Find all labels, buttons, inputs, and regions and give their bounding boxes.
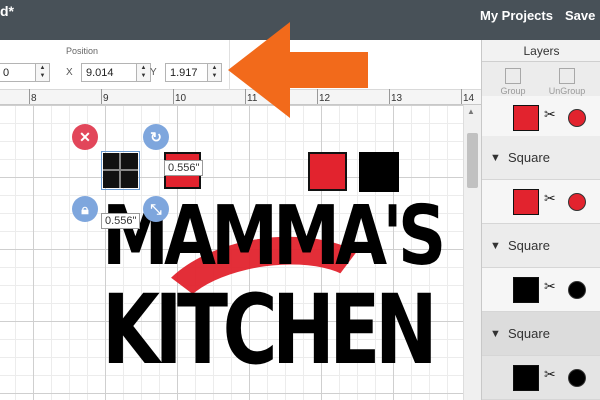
- width-dimension-label: 0.556": [164, 160, 204, 176]
- stepper-up-icon[interactable]: ▲: [208, 64, 221, 72]
- collapse-icon[interactable]: ▼: [490, 328, 501, 340]
- layer-item[interactable]: ✂: [482, 180, 600, 224]
- collapse-icon[interactable]: ▼: [490, 152, 501, 164]
- layer-item[interactable]: ✂: [482, 96, 600, 140]
- scissors-icon[interactable]: ✂: [544, 366, 556, 383]
- group-label: Group: [500, 86, 526, 96]
- stepper-arrows[interactable]: ▲ ▼: [136, 64, 150, 81]
- delete-handle[interactable]: ✕: [72, 124, 98, 150]
- ruler-mark: [101, 89, 102, 104]
- scale-icon: ⤡: [150, 201, 162, 217]
- lock-handle[interactable]: 🔒︎: [72, 196, 98, 222]
- collapse-icon[interactable]: ▼: [490, 240, 501, 252]
- layer-group-header[interactable]: ▼ Square: [482, 312, 600, 356]
- black-square-shape[interactable]: [359, 152, 399, 192]
- layer-thumbnail: [513, 189, 539, 215]
- layers-panel: Layers Group UnGroup ✂ ▼ Square ✂ ▼ Squa…: [481, 40, 600, 400]
- x-label: X: [66, 67, 73, 78]
- red-square-shape[interactable]: [308, 152, 347, 191]
- stepper-up-icon[interactable]: ▲: [137, 64, 150, 72]
- layer-name: Square: [508, 238, 550, 253]
- scale-handle[interactable]: ⤡: [143, 196, 169, 222]
- stepper-down-icon[interactable]: ▼: [137, 72, 150, 80]
- stepper-arrows[interactable]: ▲ ▼: [35, 64, 49, 81]
- selection-box[interactable]: [101, 151, 140, 190]
- position-y-value: 1.917: [170, 67, 198, 79]
- ungroup-button[interactable]: UnGroup: [542, 68, 592, 96]
- kitchen-text-shape[interactable]: KITCHEN: [102, 282, 438, 378]
- ruler-tick: 13: [391, 93, 403, 104]
- stepper-arrows[interactable]: ▲ ▼: [207, 64, 221, 81]
- rotate-icon: ↻: [150, 129, 162, 145]
- color-swatch[interactable]: [568, 109, 586, 127]
- my-projects-button[interactable]: My Projects: [480, 8, 553, 23]
- save-button[interactable]: Save: [565, 8, 595, 23]
- scissors-icon[interactable]: ✂: [544, 106, 556, 123]
- stepper-down-icon[interactable]: ▼: [36, 72, 49, 80]
- color-swatch[interactable]: [568, 193, 586, 211]
- layer-group-header[interactable]: ▼ Square: [482, 224, 600, 268]
- position-x-value: 9.014: [86, 67, 114, 79]
- ruler-mark: [173, 89, 174, 104]
- ruler-mark: [29, 89, 30, 104]
- close-icon: ✕: [79, 129, 91, 145]
- scroll-up-icon[interactable]: ▲: [467, 107, 475, 116]
- ungroup-icon: [559, 68, 575, 84]
- annotation-arrow-icon: [228, 22, 368, 118]
- stepper-up-icon[interactable]: ▲: [36, 64, 49, 72]
- layer-item[interactable]: ✂: [482, 356, 600, 400]
- vertical-scrollbar[interactable]: ▲: [463, 105, 481, 400]
- ruler-mark: [389, 89, 390, 104]
- ruler-mark: [461, 89, 462, 104]
- scrollbar-thumb[interactable]: [467, 133, 478, 188]
- height-dimension-label: 0.556": [101, 213, 141, 229]
- layer-thumbnail: [513, 277, 539, 303]
- layers-title: Layers: [482, 40, 600, 62]
- scissors-icon[interactable]: ✂: [544, 278, 556, 295]
- layer-thumbnail: [513, 105, 539, 131]
- size-width-value: 0: [3, 67, 10, 79]
- ruler-tick: 10: [175, 93, 187, 104]
- group-icon: [505, 68, 521, 84]
- layer-item[interactable]: ✂: [482, 268, 600, 312]
- ruler-tick: 9: [103, 93, 109, 104]
- document-title: d*: [0, 3, 14, 19]
- color-swatch[interactable]: [568, 369, 586, 387]
- layer-name: Square: [508, 150, 550, 165]
- rotate-handle[interactable]: ↻: [143, 124, 169, 150]
- size-width-stepper[interactable]: 0 ▲ ▼: [0, 63, 50, 82]
- position-x-stepper[interactable]: 9.014 ▲ ▼: [81, 63, 151, 82]
- lock-icon: 🔒︎: [81, 201, 89, 217]
- position-y-stepper[interactable]: 1.917 ▲ ▼: [165, 63, 222, 82]
- scissors-icon[interactable]: ✂: [544, 190, 556, 207]
- ruler-tick: 8: [31, 93, 37, 104]
- layer-group-header[interactable]: ▼ Square: [482, 136, 600, 180]
- y-label: Y: [150, 67, 157, 78]
- color-swatch[interactable]: [568, 281, 586, 299]
- group-button[interactable]: Group: [488, 68, 538, 96]
- position-label: Position: [66, 46, 99, 56]
- layer-thumbnail: [513, 365, 539, 391]
- stepper-down-icon[interactable]: ▼: [208, 72, 221, 80]
- ruler-tick: 14: [463, 93, 475, 104]
- ungroup-label: UnGroup: [548, 86, 586, 96]
- layer-name: Square: [508, 326, 550, 341]
